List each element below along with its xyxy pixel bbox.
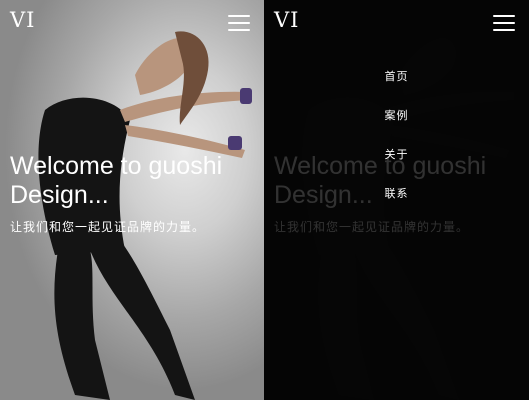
logo[interactable]: VI — [10, 10, 35, 31]
nav-item-contact[interactable]: 联系 — [264, 179, 529, 218]
nav-item-cases[interactable]: 案例 — [264, 101, 529, 140]
hero-subtitle: 让我们和您一起见证品牌的力量。 — [274, 220, 470, 234]
hamburger-icon[interactable] — [493, 15, 515, 31]
hero-text: Welcome to guoshi Design... 让我们和您一起见证品牌的… — [10, 152, 260, 235]
hamburger-line — [493, 22, 515, 24]
hamburger-line — [228, 15, 250, 17]
hamburger-line — [228, 22, 250, 24]
hero-subtitle: 让我们和您一起见证品牌的力量。 — [10, 220, 206, 234]
hero-title-line2: Design... — [10, 181, 109, 209]
nav-menu: 首页 案例 关于 联系 — [264, 62, 529, 218]
screens-comparison: VI Welcome to guoshi Design... 让我们和您一起见证… — [0, 0, 529, 400]
home-screen: VI Welcome to guoshi Design... 让我们和您一起见证… — [0, 0, 264, 400]
hero-title-line1: Welcome to guoshi — [10, 152, 223, 180]
nav-item-home[interactable]: 首页 — [264, 62, 529, 101]
hero-title: Welcome to guoshi Design... — [10, 152, 260, 210]
hamburger-line — [228, 29, 250, 31]
nav-item-about[interactable]: 关于 — [264, 140, 529, 179]
menu-open-screen: Welcome to guoshi Design... 让我们和您一起见证品牌的… — [264, 0, 529, 400]
hamburger-icon[interactable] — [228, 15, 250, 31]
logo[interactable]: VI — [274, 10, 299, 31]
hamburger-line — [493, 29, 515, 31]
hamburger-line — [493, 15, 515, 17]
